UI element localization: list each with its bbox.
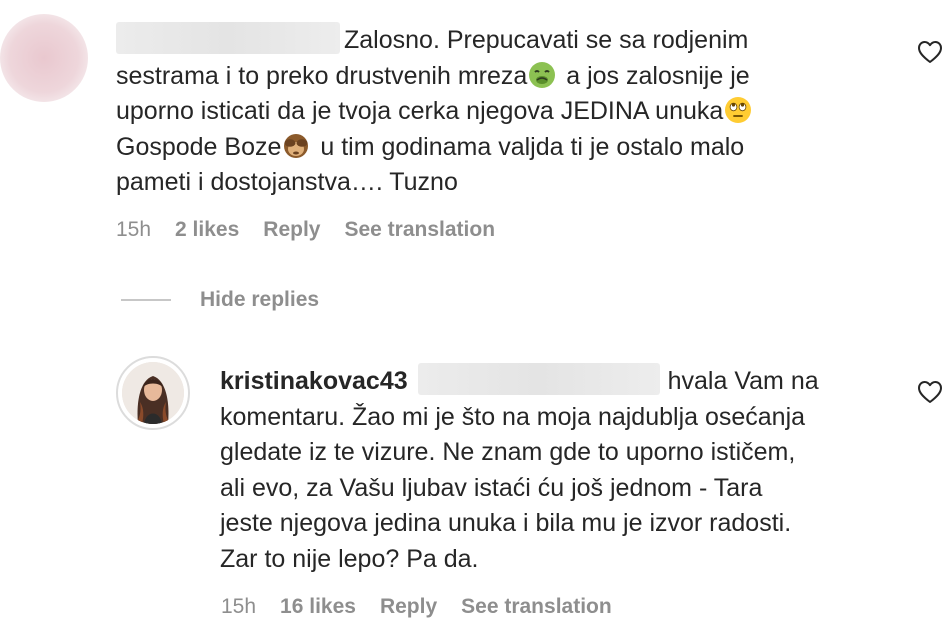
see-translation-button[interactable]: See translation [344, 218, 495, 242]
comment-body: Zalosno. Prepucavati se sa rodjenim sest… [116, 22, 836, 201]
redacted-username [116, 22, 340, 54]
reply-timestamp[interactable]: 15h [221, 595, 256, 619]
replies-divider-line [121, 299, 171, 301]
reply-meta-row: 15h 16 likes Reply See translation [221, 595, 612, 619]
nauseated-face-emoji-icon [529, 61, 556, 88]
reply-line: Zar to nije lepo? Pa da. [220, 544, 479, 573]
reply-line: ali evo, za Vašu ljubav istaći ću još je… [220, 473, 763, 502]
comment-line: Gospode Boze [116, 132, 282, 161]
reply-body: kristinakovac43 hvala Vam na komentaru. Ž… [220, 363, 900, 577]
heart-outline-icon[interactable] [917, 40, 943, 64]
see-no-evil-monkey-emoji-icon [284, 133, 309, 158]
reply-line: hvala Vam na [667, 367, 819, 395]
reply-line: komentaru. Žao mi je što na moja najdubl… [220, 402, 806, 431]
reply-username[interactable]: kristinakovac43 [220, 367, 408, 395]
comment-line: sestrama i to preko drustvenih mreza [116, 61, 528, 90]
comments-thread: Zalosno. Prepucavati se sa rodjenim sest… [0, 0, 950, 629]
reply-avatar[interactable] [116, 356, 190, 430]
comment-likes-count[interactable]: 2 likes [175, 218, 239, 242]
hide-replies-label: Hide replies [200, 288, 320, 311]
profile-photo [122, 362, 184, 424]
heart-outline-icon[interactable] [917, 380, 943, 404]
reply-likes-count[interactable]: 16 likes [280, 595, 356, 619]
face-with-rolling-eyes-emoji-icon [725, 97, 752, 123]
reply-line: jeste njegova jedina unuka i bila mu je … [220, 509, 792, 537]
reply-button[interactable]: Reply [263, 218, 320, 242]
commenter-avatar[interactable] [0, 14, 88, 102]
hide-replies-toggle[interactable]: Hide replies [121, 288, 319, 312]
comment-line: pameti i dostojanstva…. Tuzno [116, 168, 458, 196]
comment-line: u tim godinama valjda ti je ostalo malo [313, 132, 745, 161]
comment-line: uporno isticati da je tvoja cerka njegov… [116, 97, 724, 125]
comment-line: Zalosno. Prepucavati se sa rodjenim [344, 26, 749, 54]
comment-line: a jos zalosnije je [559, 61, 750, 90]
profile-photo-image [122, 362, 184, 424]
redacted-mention [417, 363, 660, 395]
comment-meta-row: 15h 2 likes Reply See translation [116, 218, 495, 242]
reply-reply-button[interactable]: Reply [380, 595, 437, 619]
comment-timestamp[interactable]: 15h [116, 218, 151, 242]
reply-line: gledate iz te vizure. Ne znam gde to upo… [220, 438, 796, 466]
reply-see-translation-button[interactable]: See translation [461, 595, 612, 619]
